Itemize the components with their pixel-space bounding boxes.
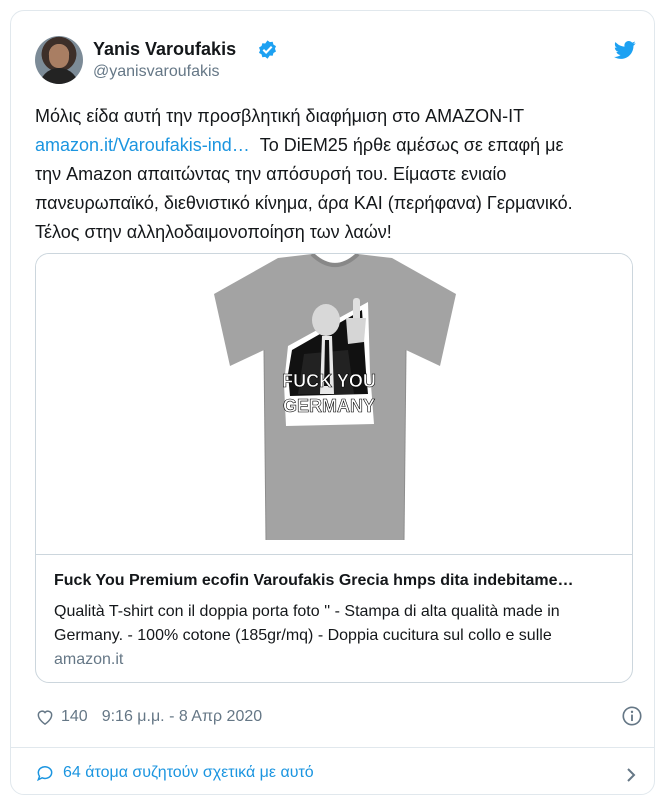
tweet-text-line: την Amazon απαιτώντας την απόσυρσή του. … xyxy=(35,164,507,184)
like-count[interactable]: 140 xyxy=(61,708,88,726)
chevron-right-icon[interactable] xyxy=(625,767,637,783)
link-preview-card[interactable]: FUCK YOU GERMANY Fuck You Premium ecofin… xyxy=(35,253,633,683)
reply-bubble-icon xyxy=(37,766,53,782)
tweet-text-line: Το DiEM25 ήρθε αμέσως σε επαφή με xyxy=(259,135,564,155)
timestamp[interactable]: 9:16 μ.μ. - 8 Απρ 2020 xyxy=(102,708,262,726)
tshirt-image: FUCK YOU GERMANY xyxy=(214,254,456,541)
shirt-text-2: GERMANY xyxy=(283,396,375,416)
author-name[interactable]: Yanis Varoufakis xyxy=(93,39,236,60)
tweet-meta: 140 9:16 μ.μ. - 8 Απρ 2020 xyxy=(35,705,262,729)
tweet-text: Μόλις είδα αυτή την προσβλητική διαφήμισ… xyxy=(35,102,645,247)
verified-icon xyxy=(259,40,276,59)
preview-image[interactable]: FUCK YOU GERMANY xyxy=(36,254,632,554)
avatar[interactable] xyxy=(35,36,83,84)
tweet-text-line: Τέλος στην αλληλοδαιμονοποίηση των λαών! xyxy=(35,222,392,242)
tweet-card: Yanis Varoufakis @yanisvaroufakis Μόλις … xyxy=(10,10,655,795)
preview-divider xyxy=(36,554,632,555)
tweet-text-line: Μόλις είδα αυτή την προσβλητική διαφήμισ… xyxy=(35,106,525,126)
conversation-link[interactable]: 64 άτομα συζητούν σχετικά με αυτό xyxy=(35,763,314,783)
avatar-shoulders xyxy=(39,68,79,84)
info-icon[interactable] xyxy=(621,705,643,727)
tweet-text-line: πανευρωπαϊκό, διεθνιστικό κίνημα, άρα ΚΑ… xyxy=(35,193,573,213)
shirt-text-1: FUCK YOU xyxy=(282,371,376,391)
preview-title[interactable]: Fuck You Premium ecofin Varoufakis Greci… xyxy=(54,572,624,590)
tweet-link[interactable]: amazon.it/Varoufakis-ind… xyxy=(35,135,250,155)
author-handle[interactable]: @yanisvaroufakis xyxy=(93,63,220,81)
preview-domain: amazon.it xyxy=(54,651,124,668)
avatar-head xyxy=(49,44,69,68)
heart-icon[interactable] xyxy=(35,707,55,727)
twitter-bird-icon[interactable] xyxy=(613,39,637,61)
preview-description: Qualità T-shirt con il doppia porta foto… xyxy=(54,603,560,644)
footer-divider xyxy=(11,747,654,748)
conversation-text: 64 άτομα συζητούν σχετικά με αυτό xyxy=(63,764,314,781)
